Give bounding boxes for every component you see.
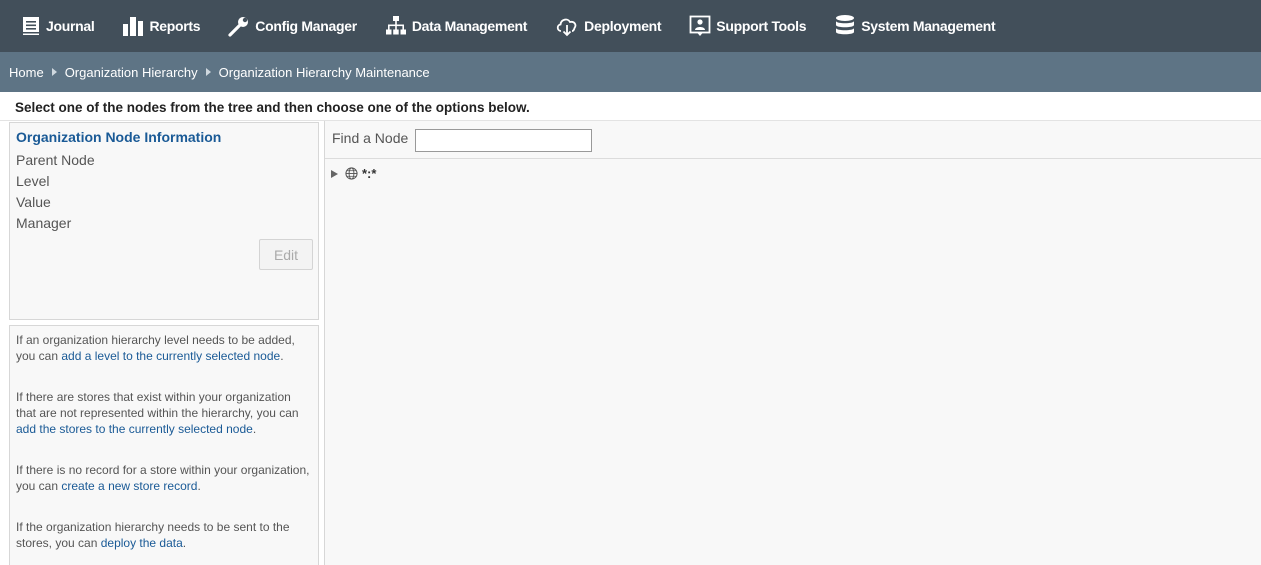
edit-button[interactable]: Edit (259, 239, 313, 270)
node-info-title: Organization Node Information (16, 129, 222, 145)
deploy-data-link[interactable]: deploy the data (101, 536, 183, 550)
help-period: . (280, 349, 284, 363)
nav-deployment[interactable]: Deployment (555, 0, 662, 52)
help-add-level: If an organization hierarchy level needs… (16, 332, 312, 364)
help-period: . (182, 536, 187, 550)
value-label: Value (16, 194, 51, 210)
help-deploy: If the organization hierarchy needs to b… (16, 519, 312, 551)
breadcrumb-home[interactable]: Home (9, 65, 44, 80)
breadcrumb: Home Organization Hierarchy Organization… (0, 52, 1261, 92)
help-text: If there are stores that exist within yo… (16, 390, 299, 420)
find-node-input[interactable] (415, 129, 592, 152)
find-node-label: Find a Node (332, 130, 409, 146)
nav-system-management[interactable]: System Management (834, 0, 996, 52)
nav-journal[interactable]: Journal (21, 0, 95, 52)
database-icon (836, 15, 855, 35)
nav-data-management-label: Data Management (411, 18, 528, 34)
breadcrumb-current-page: Organization Hierarchy Maintenance (218, 64, 430, 80)
add-stores-link[interactable]: add the stores to the currently selected… (16, 422, 253, 436)
support-icon (689, 15, 711, 36)
top-nav: Journal Reports Config Manager Data Mana… (0, 0, 1261, 52)
nav-system-management-label: System Management (861, 18, 996, 34)
help-add-stores: If there are stores that exist within yo… (16, 389, 312, 437)
parent-node-label: Parent Node (16, 152, 95, 168)
journal-icon (23, 17, 39, 35)
hierarchy-icon (385, 16, 406, 35)
breadcrumb-separator-icon (51, 68, 57, 76)
page-instructions: Select one of the nodes from the tree an… (15, 100, 530, 115)
bar-chart-icon (123, 17, 144, 36)
manager-label: Manager (16, 215, 72, 231)
nav-config-manager[interactable]: Config Manager (228, 0, 357, 52)
nav-deployment-label: Deployment (584, 18, 662, 34)
create-store-record-link[interactable]: create a new store record (61, 479, 197, 493)
nav-config-manager-label: Config Manager (255, 18, 357, 34)
wrench-icon (228, 17, 249, 37)
nav-support-tools-label: Support Tools (716, 18, 807, 34)
nav-support-tools[interactable]: Support Tools (689, 0, 807, 52)
help-period: . (252, 422, 257, 436)
cloud-download-icon (557, 18, 577, 37)
divider (325, 158, 1261, 159)
help-period: . (197, 479, 201, 493)
node-info-panel: Organization Node Information Parent Nod… (9, 122, 319, 320)
breadcrumb-organization-hierarchy[interactable]: Organization Hierarchy (65, 65, 198, 80)
nav-journal-label: Journal (46, 18, 95, 34)
tree-root-label: *:* (362, 166, 377, 181)
tree-panel: Find a Node *:* (324, 121, 1261, 565)
level-label: Level (16, 173, 50, 189)
help-create-store: If there is no record for a store within… (16, 462, 312, 494)
nav-reports[interactable]: Reports (122, 0, 201, 52)
expand-arrow-icon[interactable] (331, 169, 338, 178)
tree-root-node[interactable]: *:* (331, 166, 376, 181)
help-panel: If an organization hierarchy level needs… (9, 325, 319, 565)
globe-icon (345, 167, 358, 180)
nav-data-management[interactable]: Data Management (385, 0, 527, 52)
nav-reports-label: Reports (149, 18, 201, 34)
add-level-link[interactable]: add a level to the currently selected no… (61, 349, 280, 363)
breadcrumb-separator-icon (205, 68, 211, 76)
